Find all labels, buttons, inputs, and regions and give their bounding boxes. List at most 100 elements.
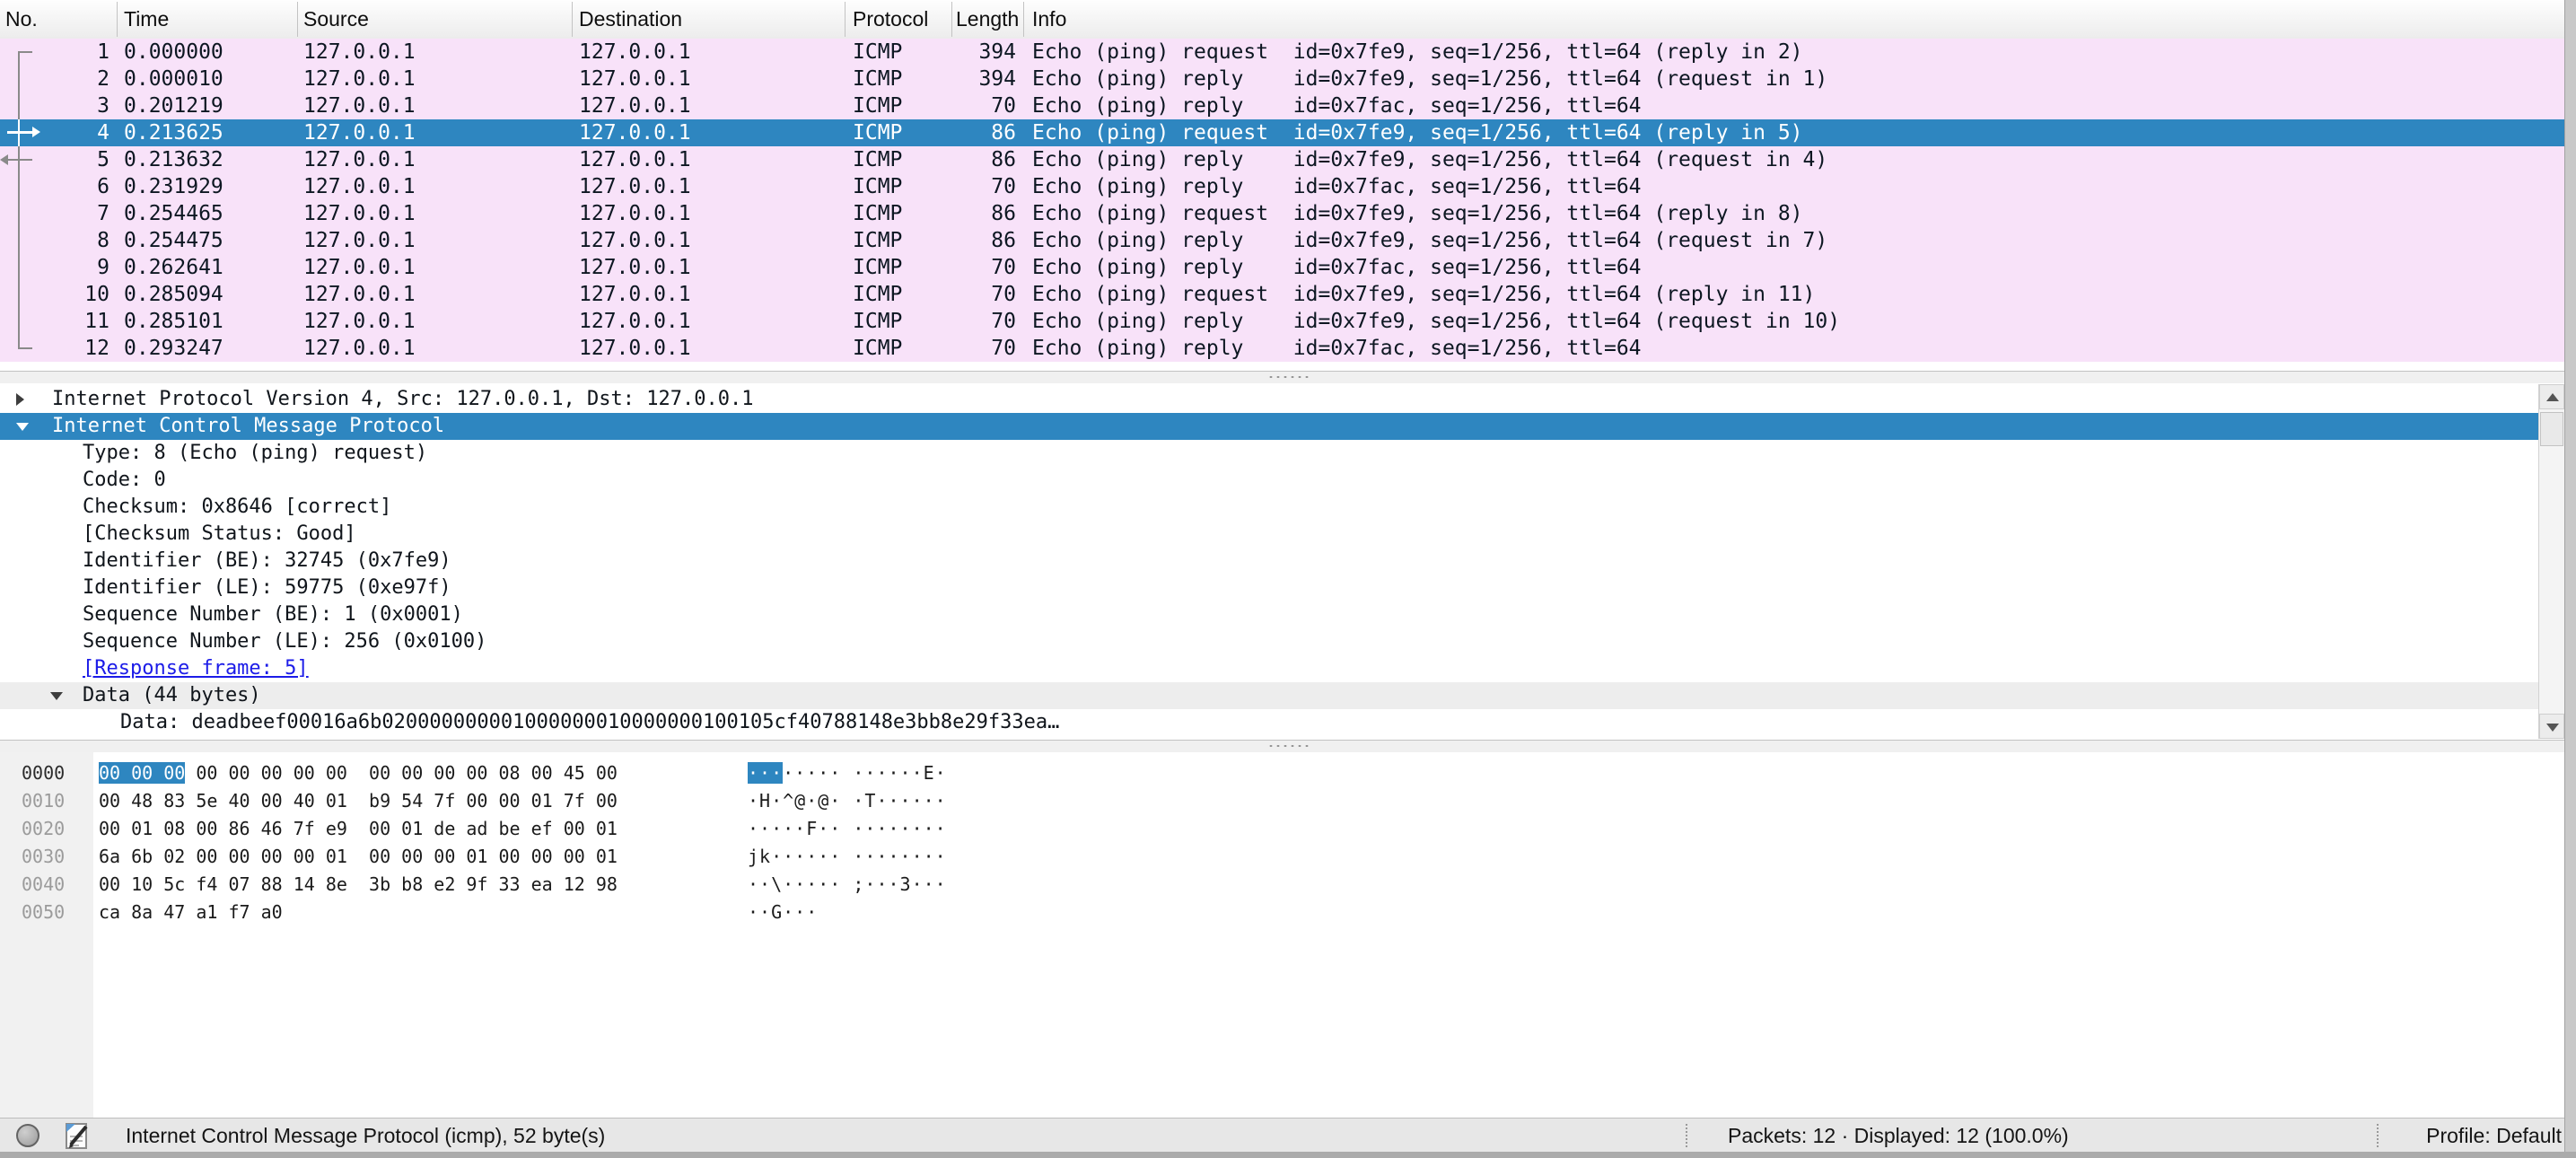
detail-row[interactable]: Code: 0 <box>0 467 2538 494</box>
cell-no: 3 <box>0 92 110 119</box>
packet-bytes-pane: 000000 00 00 00 00 00 00 00 00 00 00 00 … <box>0 752 2565 1118</box>
cell-protocol: ICMP <box>853 92 902 119</box>
packet-row[interactable]: 110.285101127.0.0.1127.0.0.1ICMP70Echo (… <box>0 308 2565 335</box>
hex-bytes[interactable]: 00 48 83 5e 40 00 40 01 b9 54 7f 00 00 0… <box>99 787 618 815</box>
cell-time: 0.285101 <box>124 308 223 335</box>
collapse-triangle-icon[interactable] <box>50 692 63 700</box>
cell-time: 0.213632 <box>124 146 223 173</box>
packet-row[interactable]: 80.254475127.0.0.1127.0.0.1ICMP86Echo (p… <box>0 227 2565 254</box>
response-frame-link[interactable]: [Response frame: 5] <box>83 655 309 682</box>
detail-row[interactable]: Type: 8 (Echo (ping) request) <box>0 440 2538 467</box>
ascii-bytes[interactable]: ·····F·· ········ <box>748 815 947 843</box>
status-profile[interactable]: Profile: Default <box>2426 1119 2562 1153</box>
ascii-run: ·····F·· ········ <box>748 818 947 839</box>
detail-row[interactable]: [Response frame: 5] <box>0 655 2538 682</box>
column-separator[interactable] <box>117 2 118 37</box>
detail-text: [Checksum Status: Good] <box>83 521 356 548</box>
detail-row[interactable]: Identifier (LE): 59775 (0xe97f) <box>0 575 2538 601</box>
detail-text: Sequence Number (BE): 1 (0x0001) <box>83 601 463 628</box>
detail-row[interactable]: Data (44 bytes) <box>0 682 2538 709</box>
column-separator[interactable] <box>951 2 952 37</box>
cell-source: 127.0.0.1 <box>303 308 416 335</box>
column-header-protocol[interactable]: Protocol <box>853 0 928 39</box>
scrollbar-thumb[interactable] <box>2540 412 2563 446</box>
detail-text: Code: 0 <box>83 467 166 494</box>
detail-text: Data (44 bytes) <box>83 682 261 709</box>
collapse-triangle-icon[interactable] <box>16 423 29 431</box>
expert-info-icon[interactable] <box>16 1124 39 1147</box>
ascii-bytes[interactable]: ········ ······E· <box>748 759 947 787</box>
packet-row[interactable]: 50.213632127.0.0.1127.0.0.1ICMP86Echo (p… <box>0 146 2565 173</box>
hex-bytes[interactable]: 6a 6b 02 00 00 00 00 01 00 00 00 01 00 0… <box>99 843 618 871</box>
detail-row[interactable]: Internet Protocol Version 4, Src: 127.0.… <box>0 386 2538 413</box>
expand-triangle-icon[interactable] <box>16 393 24 406</box>
column-separator[interactable] <box>297 2 298 37</box>
column-header-source[interactable]: Source <box>303 0 369 39</box>
detail-row[interactable]: Checksum: 0x8646 [correct] <box>0 494 2538 521</box>
column-header-length[interactable]: Length <box>956 0 1022 39</box>
hex-byte-run: 00 01 08 00 86 46 7f e9 00 01 de ad be e… <box>99 818 618 839</box>
cell-info: Echo (ping) reply id=0x7fe9, seq=1/256, … <box>1032 308 1840 335</box>
packet-row[interactable]: 120.293247127.0.0.1127.0.0.1ICMP70Echo (… <box>0 335 2565 362</box>
cell-time: 0.000000 <box>124 39 223 66</box>
column-separator[interactable] <box>1023 2 1024 37</box>
ascii-bytes[interactable]: jk······ ········ <box>748 843 947 871</box>
column-header-destination[interactable]: Destination <box>579 0 682 39</box>
detail-text: Identifier (BE): 32745 (0x7fe9) <box>83 548 451 575</box>
details-scrollbar[interactable] <box>2538 384 2565 739</box>
cell-length: 86 <box>933 227 1016 254</box>
packet-row[interactable]: 100.285094127.0.0.1127.0.0.1ICMP70Echo (… <box>0 281 2565 308</box>
capture-comment-icon[interactable] <box>65 1121 90 1150</box>
packet-row[interactable]: 20.000010127.0.0.1127.0.0.1ICMP394Echo (… <box>0 66 2565 92</box>
hex-row: 000000 00 00 00 00 00 00 00 00 00 00 00 … <box>0 759 2565 787</box>
detail-row[interactable]: Data: deadbeef00016a6b020000000001000000… <box>0 709 2538 736</box>
cell-destination: 127.0.0.1 <box>579 146 691 173</box>
ascii-run: ··G··· <box>748 901 818 923</box>
cell-length: 70 <box>933 281 1016 308</box>
cell-protocol: ICMP <box>853 146 902 173</box>
cell-info: Echo (ping) reply id=0x7fac, seq=1/256, … <box>1032 254 1642 281</box>
ascii-bytes[interactable]: ··\····· ;···3··· <box>748 871 947 899</box>
hex-bytes[interactable]: 00 01 08 00 86 46 7f e9 00 01 de ad be e… <box>99 815 618 843</box>
packet-rows: 10.000000127.0.0.1127.0.0.1ICMP394Echo (… <box>0 39 2565 362</box>
packet-row[interactable]: 10.000000127.0.0.1127.0.0.1ICMP394Echo (… <box>0 39 2565 66</box>
scroll-down-button[interactable] <box>2539 714 2564 739</box>
related-last-tick <box>18 347 32 349</box>
cell-info: Echo (ping) request id=0x7fe9, seq=1/256… <box>1032 119 1803 146</box>
packet-row[interactable]: 90.262641127.0.0.1127.0.0.1ICMP70Echo (p… <box>0 254 2565 281</box>
detail-row[interactable]: [Checksum Status: Good] <box>0 521 2538 548</box>
detail-text: Type: 8 (Echo (ping) request) <box>83 440 427 467</box>
cell-destination: 127.0.0.1 <box>579 39 691 66</box>
hex-selected-bytes: 00 00 00 <box>99 762 185 784</box>
column-header-no[interactable]: No. <box>5 0 38 39</box>
hex-byte-run: 6a 6b 02 00 00 00 00 01 00 00 00 01 00 0… <box>99 846 618 867</box>
ascii-bytes[interactable]: ··G··· <box>748 899 818 926</box>
cell-source: 127.0.0.1 <box>303 227 416 254</box>
column-header-time[interactable]: Time <box>124 0 169 39</box>
detail-row[interactable]: Identifier (BE): 32745 (0x7fe9) <box>0 548 2538 575</box>
cell-time: 0.262641 <box>124 254 223 281</box>
packet-row[interactable]: 60.231929127.0.0.1127.0.0.1ICMP70Echo (p… <box>0 173 2565 200</box>
hex-bytes[interactable]: 00 00 00 00 00 00 00 00 00 00 00 00 08 0… <box>99 759 618 787</box>
ascii-bytes[interactable]: ·H·^@·@· ·T······ <box>748 787 947 815</box>
hex-bytes[interactable]: ca 8a 47 a1 f7 a0 <box>99 899 283 926</box>
packet-row[interactable]: 70.254465127.0.0.1127.0.0.1ICMP86Echo (p… <box>0 200 2565 227</box>
cell-length: 70 <box>933 92 1016 119</box>
cell-source: 127.0.0.1 <box>303 66 416 92</box>
column-separator[interactable] <box>572 2 573 37</box>
hex-bytes[interactable]: 00 10 5c f4 07 88 14 8e 3b b8 e2 9f 33 e… <box>99 871 618 899</box>
detail-row[interactable]: Sequence Number (LE): 256 (0x0100) <box>0 628 2538 655</box>
cell-info: Echo (ping) request id=0x7fe9, seq=1/256… <box>1032 200 1803 227</box>
packet-row[interactable]: 30.201219127.0.0.1127.0.0.1ICMP70Echo (p… <box>0 92 2565 119</box>
packet-row[interactable]: 40.213625127.0.0.1127.0.0.1ICMP86Echo (p… <box>0 119 2565 146</box>
detail-text: Checksum: 0x8646 [correct] <box>83 494 391 521</box>
scroll-up-button[interactable] <box>2539 384 2564 409</box>
column-separator[interactable] <box>845 2 846 37</box>
hex-offset: 0040 <box>22 871 65 899</box>
column-header-info[interactable]: Info <box>1032 0 1066 39</box>
cell-protocol: ICMP <box>853 200 902 227</box>
detail-row[interactable]: Internet Control Message Protocol <box>0 413 2538 440</box>
cell-protocol: ICMP <box>853 119 902 146</box>
hex-offset: 0020 <box>22 815 65 843</box>
detail-row[interactable]: Sequence Number (BE): 1 (0x0001) <box>0 601 2538 628</box>
